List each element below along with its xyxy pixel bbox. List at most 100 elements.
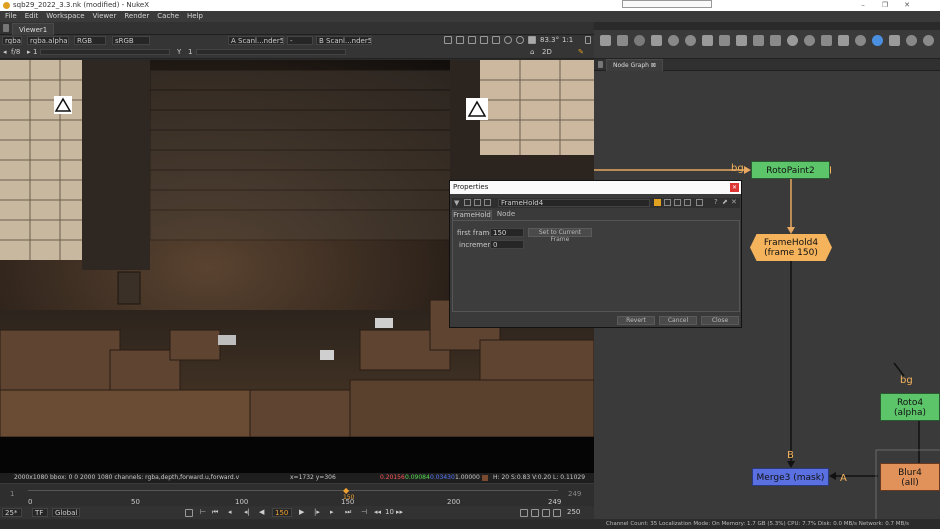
lock-icon[interactable]	[542, 509, 550, 517]
cache-icon[interactable]	[520, 509, 528, 517]
menu-viewer[interactable]: Viewer	[89, 11, 121, 22]
tab-close-icon[interactable]: ⊠	[651, 62, 656, 69]
image-icon[interactable]	[600, 35, 611, 46]
node-merge[interactable]: Merge3 (mask)	[752, 468, 829, 486]
input-b-select[interactable]: B Scanl...nder5	[316, 36, 372, 45]
collapse-icon[interactable]: ▼	[454, 199, 459, 207]
menu-help[interactable]: Help	[183, 11, 207, 22]
lut-select[interactable]: sRGB	[112, 36, 150, 45]
input-op-select[interactable]: -	[287, 36, 313, 45]
node-rotopaint[interactable]: RotoPaint2	[751, 161, 830, 179]
tab-viewer1[interactable]: Viewer1	[12, 23, 55, 35]
bounce-icon[interactable]	[185, 509, 193, 517]
transform-icon[interactable]	[736, 35, 747, 46]
particles-icon[interactable]	[770, 35, 781, 46]
pause-icon[interactable]	[492, 36, 500, 44]
set-current-frame-button[interactable]: Set to Current Frame	[528, 228, 592, 243]
first-frame-field[interactable]: 150	[490, 228, 524, 237]
close-button[interactable]: ✕	[896, 0, 918, 11]
3d-icon[interactable]	[753, 35, 764, 46]
out-point-icon[interactable]: ⊣	[361, 507, 367, 518]
time-icon[interactable]	[634, 35, 645, 46]
tab-framehold[interactable]: FrameHold	[452, 210, 492, 220]
input-a-select[interactable]: A Scanl...nder5	[228, 36, 284, 45]
gain-toggle-icon[interactable]: ▸	[27, 47, 31, 58]
first-frame-icon[interactable]: ⏮	[212, 507, 218, 518]
colorspace-select[interactable]: RGB	[74, 36, 106, 45]
timeline[interactable]: 1 0 50 100 150 200 249 249 ◆ 150	[0, 483, 594, 506]
help-icon[interactable]: ?	[714, 198, 718, 206]
menu-workspace[interactable]: Workspace	[42, 11, 88, 22]
node-roto[interactable]: Roto4 (alpha)	[880, 393, 940, 421]
viewer-menu-icon[interactable]	[585, 36, 591, 44]
timeline-track[interactable]	[28, 490, 558, 491]
maximize-button[interactable]: ❐	[874, 0, 896, 11]
properties-close-icon[interactable]: ✕	[730, 183, 739, 192]
gain-value[interactable]: 1	[33, 47, 37, 58]
alpha-select[interactable]: rgba.alpha	[27, 36, 69, 45]
tf-select[interactable]: TF	[32, 508, 48, 517]
live-update-icon[interactable]	[516, 36, 524, 44]
menu-render[interactable]: Render	[120, 11, 153, 22]
roi-icon[interactable]	[444, 36, 452, 44]
viewer-mode-icon[interactable]: ⌂	[530, 47, 534, 58]
views-icon[interactable]	[804, 35, 815, 46]
gain-fstop[interactable]: f/8	[11, 47, 20, 58]
paint-icon[interactable]: ✎	[578, 47, 584, 58]
in-point-icon[interactable]: ⊢	[200, 507, 206, 518]
node-gl-icon[interactable]	[474, 199, 481, 206]
ocula-icon[interactable]	[906, 35, 917, 46]
merge-icon[interactable]	[719, 35, 730, 46]
panel-menu-icon[interactable]	[598, 61, 603, 68]
pixel-ratio[interactable]: 1:1	[562, 35, 573, 46]
draw-icon[interactable]	[617, 35, 628, 46]
plugins-icon[interactable]	[923, 35, 934, 46]
close-node-icon[interactable]: ✕	[731, 198, 737, 206]
view-mode[interactable]: 2D	[542, 47, 552, 58]
skip-forward-icon[interactable]: ▸▸	[396, 507, 403, 518]
float-icon[interactable]: ⬈	[722, 198, 728, 206]
color-icon[interactable]	[668, 35, 679, 46]
cara-icon[interactable]	[872, 35, 883, 46]
step-back-icon[interactable]: ◂|	[244, 507, 250, 518]
refresh-icon[interactable]	[504, 36, 512, 44]
fstop-icon[interactable]: ◂	[3, 47, 7, 58]
mask-icon[interactable]	[468, 36, 476, 44]
filter-icon[interactable]	[685, 35, 696, 46]
tab-node-graph[interactable]: Node Graph ⊠	[606, 59, 663, 71]
gain-slider[interactable]	[40, 49, 170, 55]
node-framehold[interactable]: FrameHold4 (frame 150)	[750, 234, 832, 261]
play-icon[interactable]: ▶	[299, 507, 304, 518]
step-forward-icon[interactable]: |▸	[314, 507, 320, 518]
keyer-icon[interactable]	[702, 35, 713, 46]
current-frame-field[interactable]: 150	[272, 508, 292, 517]
channel-icon[interactable]	[651, 35, 662, 46]
node-color-icon[interactable]	[464, 199, 471, 206]
increment-field[interactable]: 0	[490, 240, 524, 249]
revert-button[interactable]: Revert	[617, 316, 655, 325]
panel-menu-icon[interactable]	[3, 24, 9, 32]
gamma-value[interactable]: 1	[188, 47, 192, 58]
timeline-end-field[interactable]: 249	[568, 490, 581, 498]
safe-area-icon[interactable]	[456, 36, 464, 44]
channels-select[interactable]: rgba	[2, 36, 22, 45]
end-frame-field[interactable]: 250	[567, 507, 580, 518]
monitor-icon[interactable]	[553, 509, 561, 517]
increment-field[interactable]: 10	[385, 507, 394, 518]
node-name-field[interactable]: FrameHold4	[498, 199, 650, 207]
redo-icon[interactable]	[674, 199, 681, 206]
last-frame-icon[interactable]: ⏭	[345, 507, 351, 518]
scope-select[interactable]: Global	[52, 508, 80, 517]
menu-cache[interactable]: Cache	[153, 11, 183, 22]
node-help-icon[interactable]	[484, 199, 491, 206]
node-blur[interactable]: Blur4 (all)	[880, 463, 940, 491]
revert-icon[interactable]	[684, 199, 691, 206]
next-key-icon[interactable]: ▸	[330, 507, 334, 518]
fps-field[interactable]: 25*	[2, 508, 22, 517]
node-flag-icon[interactable]	[654, 199, 661, 206]
gamma-slider[interactable]	[196, 49, 346, 55]
cancel-button[interactable]: Cancel	[659, 316, 697, 325]
pause-viewer-icon[interactable]	[528, 36, 536, 44]
skip-back-icon[interactable]: ◂◂	[374, 507, 381, 518]
minimize-button[interactable]: –	[852, 0, 874, 11]
